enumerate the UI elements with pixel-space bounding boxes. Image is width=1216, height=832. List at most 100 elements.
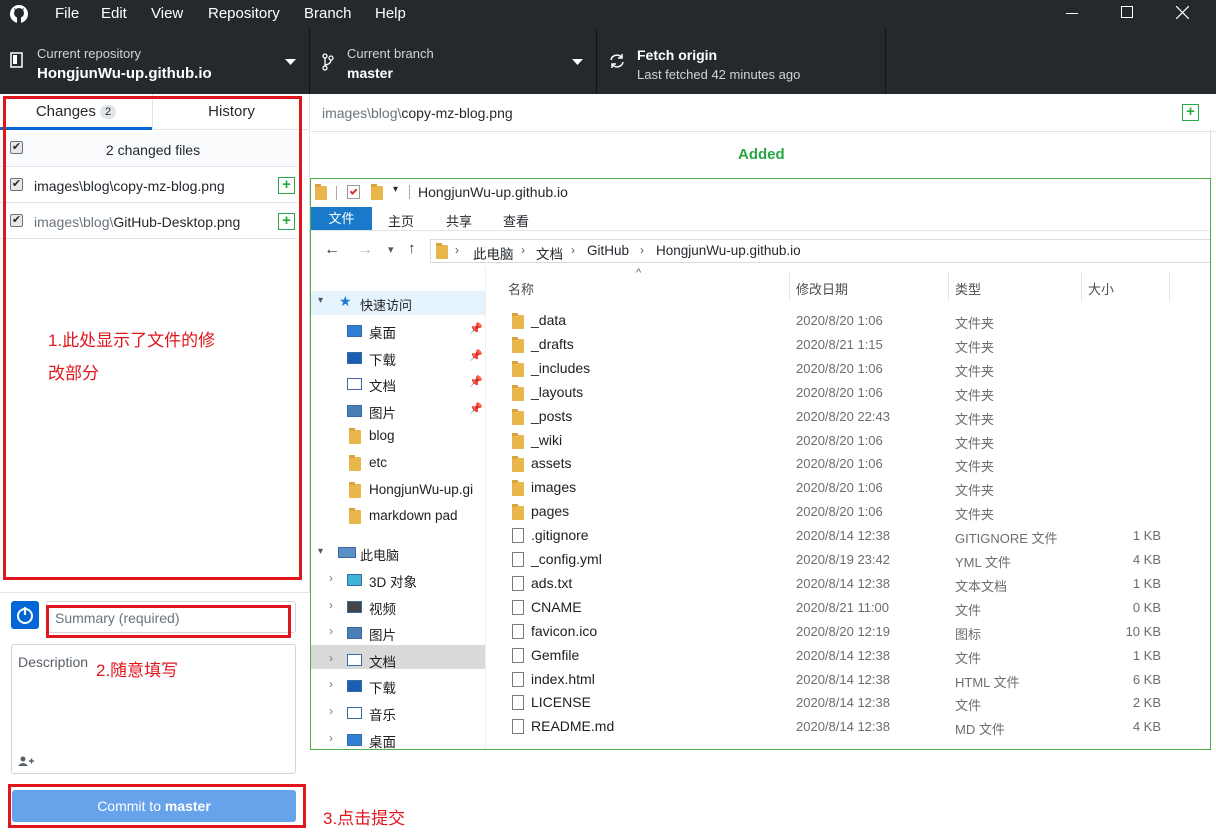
add-coauthor-icon[interactable] [18,756,34,766]
column-date: 修改日期 [796,282,849,297]
nav-quick-item: markdown pad [369,508,458,524]
fetch-origin-button[interactable]: Fetch origin Last fetched 42 minutes ago [597,28,886,94]
added-image-preview: ▾ HongjunWu-up.github.io 文件 主页 共享 查看 ← →… [310,178,1211,750]
explorer-file-row: .gitignore 2020/8/14 12:38 GITIGNORE 文件 1 K… [506,524,1206,548]
file-type: 文件夹 [955,387,995,403]
annotation-text-1a: 1.此处显示了文件的修 [48,331,216,350]
new-folder-icon [371,184,383,200]
file-name: _config.yml [531,551,602,567]
nav-quick-item: 桌面 [369,326,396,341]
sort-caret-icon: ^ [636,267,642,279]
folder-icon [512,432,524,449]
file-size: 4 KB [1132,719,1161,735]
file-type: 文件夹 [955,316,995,331]
breadcrumb-item: HongjunWu-up.github.io [656,243,801,258]
file-name: LICENSE [531,694,591,711]
maximize-icon[interactable] [1121,6,1133,18]
menu-file[interactable]: File [55,5,79,22]
file-type: 文件 [955,602,982,618]
nav-quick-access: 快速访问 [360,298,413,313]
folder-icon [349,455,361,471]
explorer-file-row: _includes 2020/8/20 1:06 文件夹 [506,357,1206,381]
file-size: 0 KB [1132,599,1161,615]
nav-pc-item: 文档 [369,654,396,670]
annotation-text-3: 3.点击提交 [323,809,406,828]
annotation-box-commit [8,784,306,828]
nav-pc-item: 桌面 [369,734,396,750]
chevron-right-icon: › [640,243,644,257]
pane-divider [485,267,486,749]
column-divider [1169,271,1170,301]
menu-edit[interactable]: Edit [101,5,127,22]
divider [336,186,337,200]
explorer-file-row: _wiki 2020/8/20 1:06 文件夹 [506,429,1206,453]
menu-help[interactable]: Help [375,5,406,22]
menu-view[interactable]: View [151,5,183,22]
file-date: 2020/8/21 1:15 [796,336,883,352]
back-arrow-icon: ← [324,241,340,258]
minimize-icon[interactable] [1066,13,1078,14]
file-date: 2020/8/20 1:06 [796,432,883,448]
folder-icon [512,408,524,425]
properties-icon [347,185,360,199]
power-icon [17,607,33,624]
desktop-icon [347,733,362,746]
current-branch-button[interactable]: Current branch master [310,28,597,94]
explorer-file-row: favicon.ico 2020/8/20 12:19 图标 10 KB [506,620,1206,644]
file-type: 文件夹 [955,363,995,379]
folder-icon [349,481,361,498]
current-repository-button[interactable]: Current repository HongjunWu-up.github.i… [0,28,310,94]
file-icon [512,719,524,735]
explorer-file-row: index.html 2020/8/14 12:38 HTML 文件 6 KB [506,668,1206,692]
file-type: 文件夹 [955,435,995,451]
nav-quick-item: HongjunWu-up.gi [369,481,474,497]
expand-icon: ▾ [318,546,324,557]
breadcrumb-item: GitHub [587,243,630,258]
music-icon [347,707,362,719]
github-logo-icon [10,5,28,23]
file-type: YML 文件 [955,555,1011,570]
nav-pc-item: 下载 [369,681,396,697]
diff-status-added: Added [738,146,785,163]
chevron-right-icon: › [329,650,333,665]
file-date: 2020/8/14 12:38 [796,647,890,663]
repo-icon [10,52,23,68]
explorer-title: HongjunWu-up.github.io [418,184,568,200]
explorer-file-row: _drafts 2020/8/21 1:15 文件夹 [506,333,1206,357]
explorer-file-row: ads.txt 2020/8/14 12:38 文本文档 1 KB [506,572,1206,596]
diff-added-icon: + [1182,104,1199,121]
file-name: _includes [531,359,591,376]
star-icon: ★ [339,293,352,309]
file-icon [512,599,524,615]
nav-quick-item: 文档 [369,379,396,395]
file-name: favicon.ico [531,622,598,639]
file-size: 2 KB [1132,695,1161,711]
chevron-right-icon: › [329,624,333,639]
current-branch-name: master [347,65,393,81]
file-type: 图标 [955,626,982,642]
file-name: Gemfile [531,646,580,663]
file-icon [512,552,524,567]
menu-repository[interactable]: Repository [208,5,280,22]
close-icon[interactable] [1176,6,1189,19]
file-icon [512,528,524,544]
file-type: 文件夹 [955,507,995,523]
address-bar: › 此电脑 › 文档 › GitHub › HongjunWu-up.githu… [430,239,1210,263]
picture-icon [347,627,362,640]
fetch-origin-title: Fetch origin [637,47,718,63]
diff-header: images\blog\copy-mz-blog.png + [311,94,1216,132]
chevron-right-icon: › [329,571,333,585]
document-icon [347,653,362,666]
forward-arrow-icon: → [357,241,373,258]
toolbar: Current repository HongjunWu-up.github.i… [0,28,1216,94]
nav-this-pc: 此电脑 [360,548,400,563]
menu-branch[interactable]: Branch [304,5,352,22]
chevron-right-icon: › [455,243,459,257]
folder-icon [512,360,524,377]
folder-icon [512,336,524,353]
nav-pc-item: 音乐 [369,708,396,723]
column-divider [948,271,949,301]
file-name: README.md [531,718,615,735]
download-icon [347,351,362,364]
current-repository-name: HongjunWu-up.github.io [37,65,212,82]
